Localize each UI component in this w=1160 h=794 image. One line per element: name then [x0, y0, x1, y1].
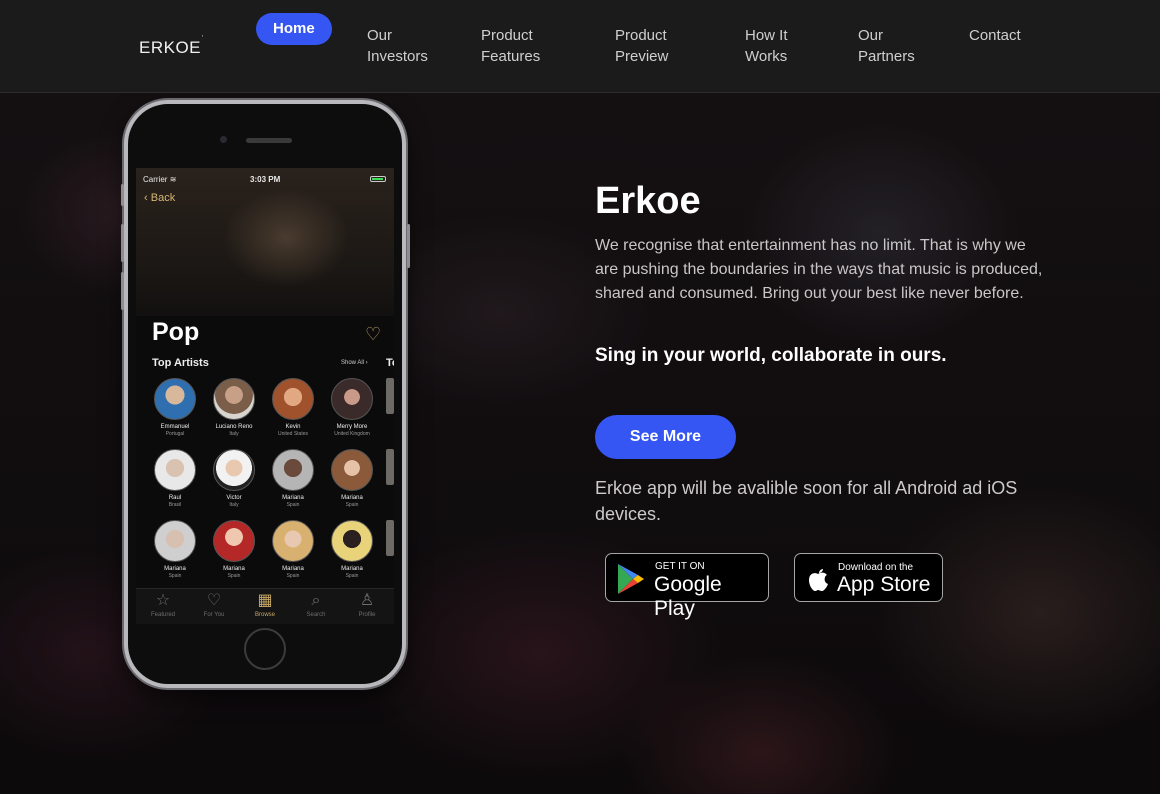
- nav-our-investors[interactable]: Our Investors: [367, 25, 428, 67]
- avatar: [154, 378, 196, 420]
- phone-power-button: [407, 224, 410, 268]
- phone-home-button: [244, 628, 286, 670]
- nav-product-features[interactable]: Product Features: [481, 25, 540, 67]
- genre-header-image: [136, 168, 394, 316]
- grid-icon: ▦: [257, 592, 273, 609]
- nav-our-partners[interactable]: Our Partners: [858, 25, 915, 67]
- artist-card[interactable]: Mariana Spain: [207, 520, 261, 579]
- battery-icon: [370, 176, 386, 182]
- phone-volume-down: [121, 272, 124, 310]
- artist-card[interactable]: Mariana Spain: [325, 449, 379, 508]
- chevron-left-icon: ‹: [144, 192, 148, 204]
- phone-screen: Carrier ≋ 3:03 PM ‹ Back Pop ♡ Top Artis…: [136, 168, 394, 624]
- show-all-link[interactable]: Show All ›: [341, 360, 368, 366]
- artist-card[interactable]: Raul Brasil: [148, 449, 202, 508]
- artist-card[interactable]: Mariana Spain: [325, 520, 379, 579]
- heart-icon: ♡: [206, 592, 222, 609]
- tab-featured[interactable]: ☆ Featured: [138, 592, 188, 618]
- star-icon: ☆: [155, 592, 171, 609]
- avatar: [213, 378, 255, 420]
- artist-card[interactable]: Kevin United States: [266, 378, 320, 437]
- avatar: [213, 449, 255, 491]
- tab-browse[interactable]: ▦ Browse: [240, 592, 290, 618]
- artist-card[interactable]: Victor Italy: [207, 449, 261, 508]
- top-artists-heading: Top Artists: [152, 357, 209, 369]
- app-store-button[interactable]: Download on the App Store: [794, 553, 943, 602]
- avatar: [331, 378, 373, 420]
- next-row-preview: [386, 449, 394, 485]
- back-button[interactable]: ‹ Back: [144, 192, 175, 204]
- next-section-heading: To: [386, 357, 394, 369]
- user-icon: ♙: [359, 592, 375, 609]
- phone-volume-up: [121, 224, 124, 262]
- status-carrier: Carrier ≋: [143, 175, 177, 184]
- next-row-preview: [386, 378, 394, 414]
- artist-card[interactable]: Luciano Reno Italy: [207, 378, 261, 437]
- artist-card[interactable]: Mariana Spain: [266, 449, 320, 508]
- nav-contact[interactable]: Contact: [969, 25, 1021, 46]
- avatar: [331, 520, 373, 562]
- apple-icon: [809, 569, 828, 591]
- google-play-icon: [618, 564, 644, 594]
- top-navigation: ERKOE' Home Our Investors Product Featur…: [0, 0, 1160, 93]
- avatar: [154, 449, 196, 491]
- nav-home[interactable]: Home: [256, 13, 332, 45]
- tab-profile[interactable]: ♙ Profile: [342, 592, 392, 618]
- next-row-preview: [386, 520, 394, 556]
- avatar: [154, 520, 196, 562]
- phone-mute-switch: [121, 184, 124, 206]
- genre-title: Pop: [152, 318, 200, 346]
- availability-text: Erkoe app will be avalible soon for all …: [595, 478, 1018, 524]
- search-icon: ⌕: [311, 592, 321, 609]
- avatar: [272, 520, 314, 562]
- see-more-button[interactable]: See More: [595, 415, 736, 459]
- hero-tagline: Sing in your world, collaborate in ours.: [595, 345, 947, 366]
- nav-how-it-works[interactable]: How It Works: [745, 25, 788, 67]
- app-tab-bar: ☆ Featured ♡ For You ▦ Browse ⌕ Search ♙…: [136, 588, 394, 624]
- avatar: [272, 449, 314, 491]
- status-time: 3:03 PM: [250, 175, 281, 184]
- artist-card[interactable]: Mariana Spain: [266, 520, 320, 579]
- artist-card[interactable]: Mariana Spain: [148, 520, 202, 579]
- favorite-heart-icon[interactable]: ♡: [365, 324, 381, 345]
- phone-mockup: Carrier ≋ 3:03 PM ‹ Back Pop ♡ Top Artis…: [121, 100, 410, 688]
- avatar: [213, 520, 255, 562]
- wifi-icon: ≋: [169, 175, 177, 184]
- avatar: [272, 378, 314, 420]
- phone-speaker: [246, 138, 292, 143]
- hero-title: Erkoe: [595, 180, 701, 222]
- artist-card[interactable]: Merry More United Kingdom: [325, 378, 379, 437]
- phone-camera: [220, 136, 227, 143]
- brand-logo[interactable]: ERKOE': [139, 35, 203, 58]
- tab-search[interactable]: ⌕ Search: [291, 592, 341, 618]
- google-play-button[interactable]: GET IT ON Google Play: [605, 553, 769, 620]
- tab-for-you[interactable]: ♡ For You: [189, 592, 239, 618]
- hero-description: We recognise that entertainment has no l…: [595, 237, 1043, 302]
- avatar: [331, 449, 373, 491]
- artist-card[interactable]: Emmanuel Portugal: [148, 378, 202, 437]
- nav-product-preview[interactable]: Product Preview: [615, 25, 668, 67]
